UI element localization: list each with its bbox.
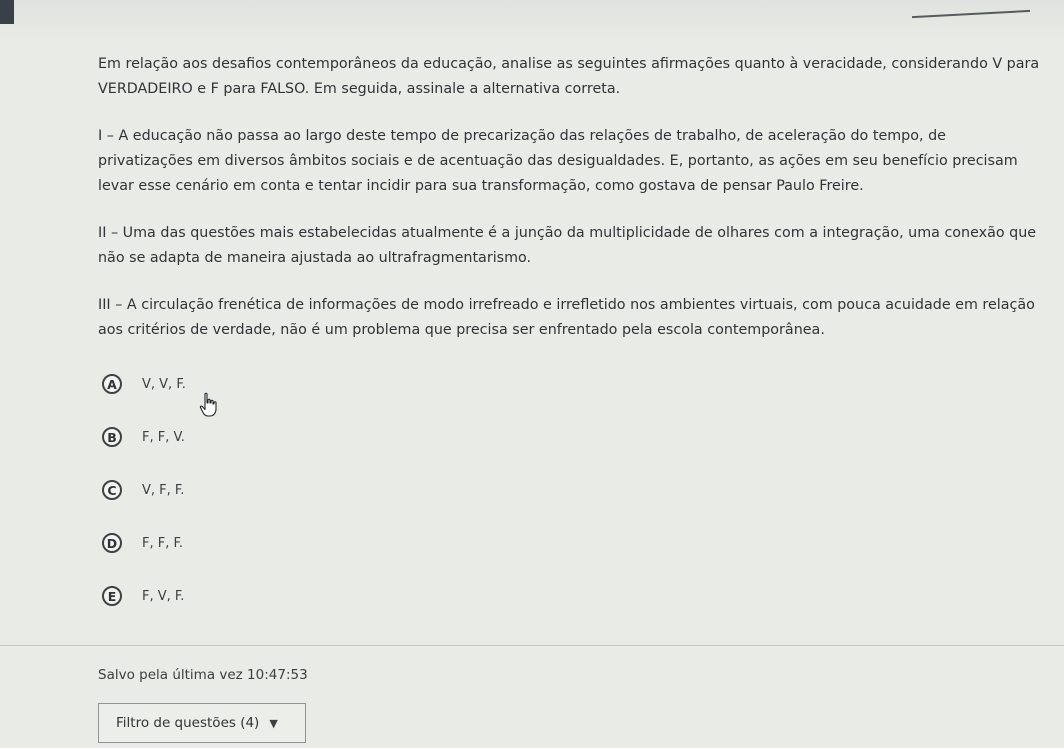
option-text-a[interactable]: V, V, F. xyxy=(142,377,186,392)
statement-3: III – A circulação frenética de informaç… xyxy=(98,297,1035,338)
caret-down-icon: ▼ xyxy=(269,716,278,730)
statement-1: I – A educação não passa ao largo deste … xyxy=(98,128,1018,194)
top-strip xyxy=(0,0,1064,40)
option-letter-e[interactable]: E xyxy=(102,586,122,606)
statement-2: II – Uma das questões mais estabelecidas… xyxy=(98,225,1037,266)
hand-pointer-icon xyxy=(199,392,217,417)
option-d[interactable]: D F, F, F. xyxy=(102,531,186,555)
question-filter-button[interactable]: Filtro de questões (4) ▼ xyxy=(98,703,306,743)
question-prompt: Em relação aos desafios contemporâneos d… xyxy=(98,56,1040,97)
option-letter-b[interactable]: B xyxy=(102,427,122,447)
option-text-e[interactable]: F, V, F. xyxy=(142,589,184,604)
footer-divider xyxy=(0,645,1064,646)
option-a[interactable]: A V, V, F. xyxy=(102,372,186,396)
option-text-d[interactable]: F, F, F. xyxy=(142,536,183,551)
option-b[interactable]: B F, F, V. xyxy=(102,425,186,449)
option-c[interactable]: C V, F, F. xyxy=(102,478,186,502)
question-block: Em relação aos desafios contemporâneos d… xyxy=(98,52,1043,343)
option-letter-c[interactable]: C xyxy=(102,480,122,500)
option-text-b[interactable]: F, F, V. xyxy=(142,430,185,445)
screen-edge xyxy=(0,0,14,24)
option-e[interactable]: E F, V, F. xyxy=(102,584,186,608)
option-letter-d[interactable]: D xyxy=(102,533,122,553)
option-text-c[interactable]: V, F, F. xyxy=(142,483,184,498)
last-saved-status: Salvo pela última vez 10:47:53 xyxy=(98,667,308,683)
filter-label: Filtro de questões (4) xyxy=(116,715,260,731)
option-letter-a[interactable]: A xyxy=(102,374,122,394)
answer-options: A V, V, F. B F, F, V. C V, F, F. D F, F,… xyxy=(102,372,186,637)
